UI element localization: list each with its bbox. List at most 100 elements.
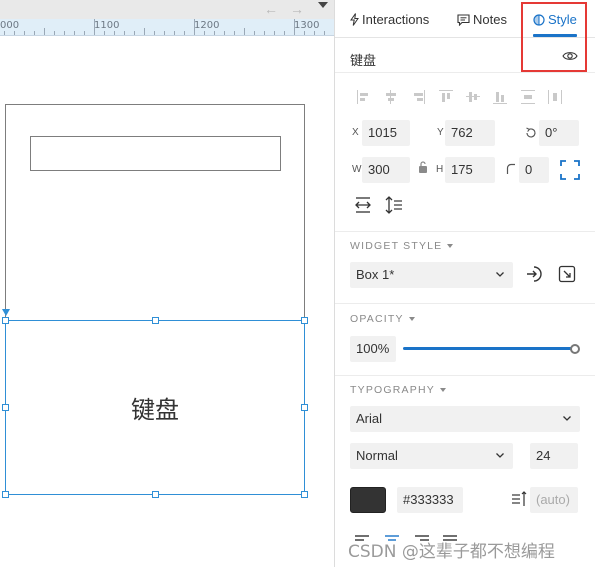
edit-style-icon[interactable]	[558, 265, 576, 283]
ruler-tick	[304, 31, 305, 35]
font-weight-value: Normal	[356, 448, 398, 463]
opacity-title: OPACITY	[350, 313, 404, 325]
corner-radius-input[interactable]: 0	[519, 157, 549, 183]
ruler-tick	[124, 31, 125, 35]
ruler-label: 1200	[194, 20, 220, 31]
ruler-tick	[294, 19, 295, 35]
ruler-tick	[254, 31, 255, 35]
align-right-icon[interactable]	[411, 90, 425, 104]
ruler-tick	[14, 31, 15, 35]
tab-notes[interactable]: Notes	[457, 12, 507, 27]
forward-arrow-icon[interactable]: →	[290, 1, 304, 17]
tab-interactions[interactable]: Interactions	[350, 12, 429, 27]
typography-header[interactable]: TYPOGRAPHY	[350, 384, 446, 396]
font-family-select[interactable]: Arial	[350, 406, 580, 432]
fit-height-icon[interactable]	[385, 196, 403, 214]
y-label: Y	[437, 127, 444, 138]
h-label: H	[436, 164, 444, 175]
resize-handle-bottom-left[interactable]	[2, 491, 9, 498]
ruler-label: 000	[0, 20, 20, 31]
line-spacing-input[interactable]: (auto)	[530, 487, 578, 513]
rotation-input[interactable]: 0°	[539, 120, 579, 146]
align-bottom-icon[interactable]	[493, 90, 507, 104]
ruler-tick	[144, 28, 145, 35]
divider	[335, 231, 595, 232]
ruler-tick	[34, 31, 35, 35]
divider	[335, 375, 595, 376]
opacity-slider-track[interactable]	[403, 347, 575, 350]
horizontal-ruler: 000 1100 1200 1300	[0, 19, 334, 36]
ruler-tick	[214, 31, 215, 35]
font-size-input[interactable]: 24	[530, 443, 578, 469]
y-input[interactable]: 762	[445, 120, 495, 146]
text-color-swatch[interactable]	[350, 487, 386, 513]
resize-handle-top[interactable]	[152, 317, 159, 324]
tab-interactions-label: Interactions	[362, 12, 430, 27]
ruler-tick	[184, 31, 185, 35]
chevron-down-icon	[563, 416, 571, 421]
fit-width-icon[interactable]	[354, 197, 372, 213]
ruler-tick	[74, 31, 75, 35]
design-canvas[interactable]: ← → 000 1100 1200 1300 键盘	[0, 0, 334, 567]
widget-style-select[interactable]: Box 1*	[350, 262, 513, 288]
chevron-down-icon	[496, 272, 504, 277]
height-input[interactable]: 175	[445, 157, 495, 183]
ruler-tick	[154, 31, 155, 35]
apply-style-icon[interactable]	[525, 265, 543, 283]
align-center-icon[interactable]	[384, 90, 398, 104]
style-panel: Interactions Notes Style 键盘 X 1015 Y 762…	[334, 0, 595, 567]
ruler-tick	[44, 28, 45, 35]
ruler-tick	[84, 31, 85, 35]
divider	[335, 303, 595, 304]
align-left-icon[interactable]	[357, 90, 371, 104]
eye-icon[interactable]	[562, 50, 578, 62]
ruler-tick	[4, 31, 5, 35]
opacity-slider-handle[interactable]	[570, 344, 580, 354]
ruler-tick	[274, 31, 275, 35]
w-label: W	[352, 164, 362, 175]
ruler-tick	[174, 31, 175, 35]
text-field-widget[interactable]	[30, 136, 281, 171]
fit-to-content-icon[interactable]	[560, 160, 580, 180]
distribute-horizontal-icon[interactable]	[548, 90, 562, 104]
distribute-vertical-icon[interactable]	[521, 90, 535, 104]
ruler-tick	[264, 31, 265, 35]
ruler-tick	[134, 31, 135, 35]
typography-title: TYPOGRAPHY	[350, 384, 435, 396]
opacity-header[interactable]: OPACITY	[350, 313, 415, 325]
x-input[interactable]: 1015	[362, 120, 410, 146]
widget-style-header[interactable]: WIDGET STYLE	[350, 240, 454, 252]
resize-handle-bottom[interactable]	[152, 491, 159, 498]
ruler-tick	[234, 31, 235, 35]
resize-handle-top-left[interactable]	[2, 317, 9, 324]
back-arrow-icon[interactable]: ←	[264, 1, 278, 17]
ruler-tick	[324, 31, 325, 35]
width-input[interactable]: 300	[362, 157, 410, 183]
opacity-input[interactable]: 100%	[350, 336, 396, 362]
ruler-tick	[94, 19, 95, 35]
ruler-tick	[224, 31, 225, 35]
rotate-icon	[526, 127, 536, 138]
text-color-hex-input[interactable]: #333333	[397, 487, 463, 513]
resize-handle-right[interactable]	[301, 404, 308, 411]
corner-radius-icon	[506, 163, 515, 174]
resize-handle-bottom-right[interactable]	[301, 491, 308, 498]
align-middle-icon[interactable]	[466, 90, 480, 104]
widget-name[interactable]: 键盘	[350, 50, 376, 69]
chevron-down-icon	[496, 453, 504, 458]
align-top-icon[interactable]	[439, 90, 453, 104]
anchor-marker-icon	[2, 309, 10, 316]
resize-handle-left[interactable]	[2, 404, 9, 411]
font-weight-select[interactable]: Normal	[350, 443, 513, 469]
ruler-label: 1300	[294, 20, 320, 31]
resize-handle-top-right[interactable]	[301, 317, 308, 324]
selected-keyboard-box[interactable]: 键盘	[5, 320, 305, 495]
ruler-tick	[164, 31, 165, 35]
dropdown-caret-icon[interactable]	[318, 2, 328, 8]
ruler-tick	[244, 28, 245, 35]
ruler-tick	[194, 19, 195, 35]
chevron-down-icon	[447, 244, 454, 248]
lock-aspect-icon[interactable]	[417, 160, 429, 174]
tab-notes-label: Notes	[473, 12, 507, 27]
ruler-tick	[64, 31, 65, 35]
